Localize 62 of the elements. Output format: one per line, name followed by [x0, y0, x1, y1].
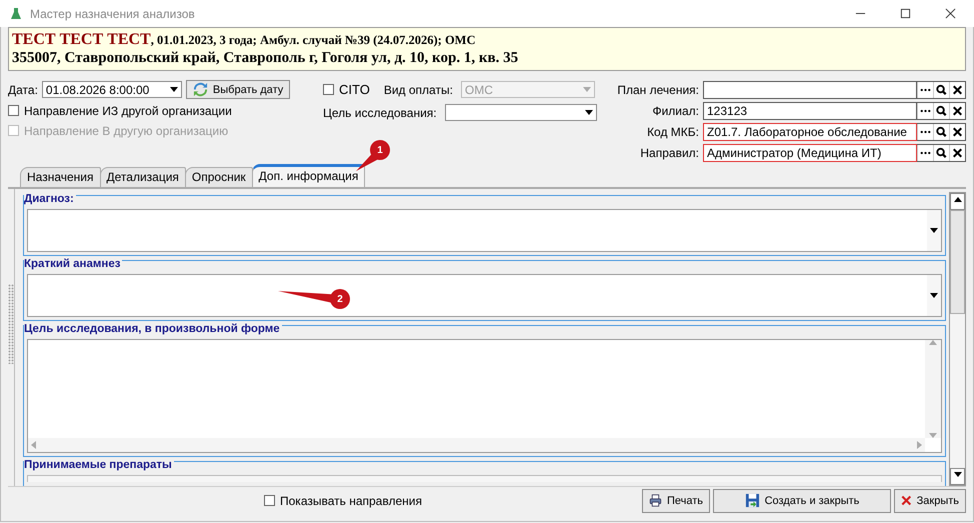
purpose-label: Цель исследования:	[323, 106, 437, 120]
patient-info: , 01.01.2023, 3 года; Амбул. случай №39 (24.07.2026); ОМС	[150, 33, 476, 47]
search-icon[interactable]	[933, 124, 949, 140]
search-icon[interactable]	[933, 144, 949, 160]
window-title: Мастер назначения анализов	[30, 6, 195, 20]
scroll-thumb[interactable]	[950, 210, 965, 314]
search-icon[interactable]	[933, 82, 949, 98]
date-label: Дата:	[8, 82, 38, 96]
cito-checkbox[interactable]: CITO	[323, 81, 370, 98]
vertical-scrollbar[interactable]	[949, 192, 966, 486]
close-icon	[901, 493, 912, 508]
more-icon[interactable]	[917, 82, 933, 98]
lookup-field[interactable]: 123123	[703, 102, 917, 120]
tab[interactable]: Доп. информация	[252, 164, 366, 187]
show-referrals-checkbox[interactable]: Показывать направления	[264, 492, 422, 509]
group-title: Диагноз:	[24, 193, 76, 205]
lookup-field[interactable]: Администратор (Медицина ИТ)	[703, 144, 917, 162]
field-label: Филиал:	[651, 104, 700, 118]
group-title: Краткий анамнез	[24, 258, 122, 270]
clear-icon[interactable]	[949, 82, 965, 98]
pick-date-button[interactable]: Выбрать дату	[186, 80, 290, 99]
text-field[interactable]	[27, 475, 942, 482]
scroll-up-icon[interactable]	[954, 197, 962, 202]
splitter-grip[interactable]	[8, 284, 14, 364]
group-title: Цель исследования, в произвольной форме	[24, 323, 282, 335]
tab[interactable]: Назначения	[20, 167, 100, 187]
payment-label: Вид оплаты:	[384, 82, 453, 96]
clear-icon[interactable]	[949, 144, 965, 160]
dropdown-arrow-icon[interactable]	[930, 228, 938, 233]
more-icon[interactable]	[917, 124, 933, 140]
action-button[interactable]: Печать	[642, 488, 710, 512]
date-field[interactable]: 01.08.2026 8:00:00	[42, 81, 182, 98]
field-label: Код МКБ:	[646, 124, 700, 138]
purpose-field[interactable]	[444, 104, 597, 121]
dropdown-arrow-icon[interactable]	[930, 293, 938, 298]
text-field[interactable]	[27, 209, 942, 252]
patient-name: ТЕСТ ТЕСТ ТЕСТ	[12, 31, 151, 48]
lookup-field[interactable]	[703, 80, 917, 98]
patient-address: 355007, Ставропольский край, Ставрополь г, Гоголя ул, д. 10, кор. 1, кв. 35	[12, 50, 520, 67]
printer-icon	[649, 493, 662, 508]
search-icon[interactable]	[933, 102, 949, 118]
maximize-icon[interactable]	[900, 8, 911, 19]
checkbox[interactable]: Направление ИЗ другой организации	[8, 102, 323, 119]
clear-icon[interactable]	[949, 102, 965, 118]
action-button[interactable]: Создать и закрыть	[713, 488, 891, 512]
more-icon[interactable]	[917, 102, 933, 118]
dropdown-arrow-icon[interactable]	[170, 87, 178, 92]
text-field[interactable]	[27, 274, 942, 317]
close-icon[interactable]	[945, 8, 956, 19]
scroll-down-icon[interactable]	[954, 472, 962, 477]
field-label: Направил:	[639, 146, 700, 160]
dropdown-arrow-icon[interactable]	[584, 110, 593, 115]
clear-icon[interactable]	[949, 124, 965, 140]
group-title: Принимаемые препараты	[24, 459, 174, 471]
tab[interactable]: Детализация	[100, 167, 186, 187]
lookup-field[interactable]: Z01.7. Лабораторное обследование	[703, 122, 917, 140]
tab[interactable]: Опросник	[184, 167, 253, 187]
refresh-icon	[192, 82, 208, 97]
more-icon[interactable]	[917, 144, 933, 160]
flask-icon	[10, 6, 22, 20]
action-button[interactable]: Закрыть	[894, 488, 966, 512]
field-label: План лечения:	[616, 82, 700, 96]
